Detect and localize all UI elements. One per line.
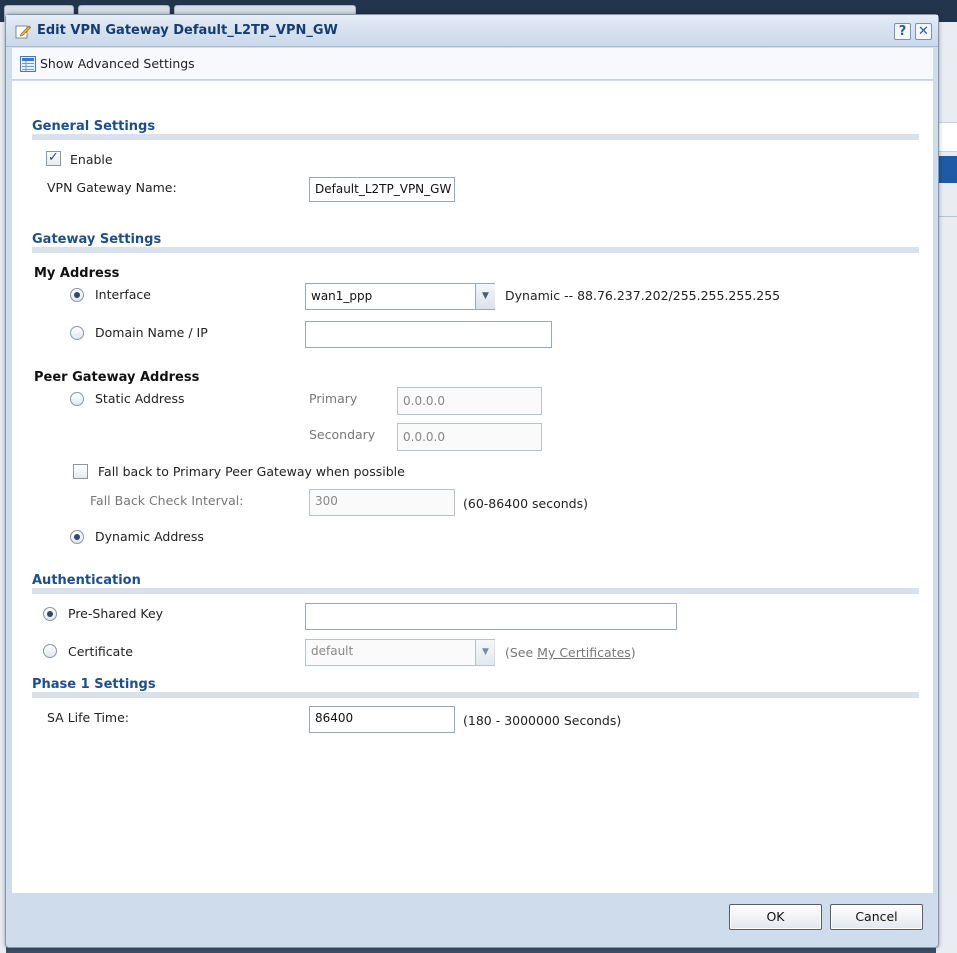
sa-life-time-hint: (180 - 3000000 Seconds) <box>463 713 622 728</box>
dialog-content: General Settings Enable VPN Gateway Name… <box>12 81 933 893</box>
static-address-label: Static Address <box>95 391 185 406</box>
enable-checkbox[interactable] <box>46 150 61 166</box>
enable-label: Enable <box>70 152 113 167</box>
phase1-settings-title: Phase 1 Settings <box>32 677 156 692</box>
certificate-select-value: default <box>311 644 354 658</box>
interface-radio[interactable] <box>70 288 84 302</box>
close-button[interactable]: ✕ <box>915 23 932 40</box>
cancel-button[interactable]: Cancel <box>830 904 923 930</box>
secondary-address-input[interactable]: 0.0.0.0 <box>397 423 542 451</box>
fallback-interval-hint: (60-86400 seconds) <box>463 496 588 511</box>
dynamic-address-label: Dynamic Address <box>95 529 204 544</box>
primary-label: Primary <box>309 391 358 406</box>
interface-select-value: wan1_ppp <box>311 289 373 303</box>
chevron-down-icon[interactable]: ▼ <box>475 284 495 309</box>
domain-name-label: Domain Name / IP <box>95 325 208 340</box>
gateway-settings-title: Gateway Settings <box>32 232 162 247</box>
authentication-title: Authentication <box>32 573 141 588</box>
chevron-down-icon[interactable]: ▼ <box>475 640 495 665</box>
dialog-title: Edit VPN Gateway Default_L2TP_VPN_GW <box>37 23 338 38</box>
background-table-header <box>936 122 957 152</box>
section-divider <box>32 247 919 253</box>
section-divider <box>32 134 919 140</box>
edit-pencil-icon <box>15 25 31 39</box>
dialog-toolbar: Show Advanced Settings <box>12 48 933 80</box>
sa-life-time-label: SA Life Time: <box>47 710 129 725</box>
advanced-settings-icon <box>20 56 36 72</box>
secondary-label: Secondary <box>309 427 376 442</box>
fallback-checkbox[interactable] <box>73 464 88 479</box>
pre-shared-key-radio[interactable] <box>43 607 57 621</box>
section-divider <box>32 588 919 594</box>
domain-name-radio[interactable] <box>70 326 84 340</box>
ok-button[interactable]: OK <box>729 904 822 930</box>
show-advanced-settings-button[interactable]: Show Advanced Settings <box>40 56 195 71</box>
primary-address-input[interactable]: 0.0.0.0 <box>397 387 542 415</box>
pre-shared-key-input[interactable] <box>305 603 677 630</box>
domain-name-input[interactable] <box>305 321 552 348</box>
certificate-radio[interactable] <box>43 644 57 658</box>
background-selected-row <box>936 156 957 183</box>
dialog-titlebar[interactable]: Edit VPN Gateway Default_L2TP_VPN_GW ? ✕ <box>6 15 938 47</box>
certificate-select[interactable]: default <box>305 639 495 666</box>
pre-shared-key-label: Pre-Shared Key <box>68 606 164 621</box>
interface-select[interactable]: wan1_ppp <box>305 283 495 310</box>
section-divider <box>32 692 919 698</box>
my-certificates-link[interactable]: My Certificates <box>537 645 631 660</box>
sa-life-time-input[interactable]: 86400 <box>309 706 455 733</box>
interface-label: Interface <box>95 287 151 302</box>
vpn-gateway-name-input[interactable]: Default_L2TP_VPN_GW <box>309 177 455 202</box>
help-button[interactable]: ? <box>894 23 911 40</box>
interface-info: Dynamic -- 88.76.237.202/255.255.255.255 <box>505 288 781 303</box>
fallback-label: Fall back to Primary Peer Gateway when p… <box>98 464 405 479</box>
dynamic-address-radio[interactable] <box>70 530 84 544</box>
fallback-interval-label: Fall Back Check Interval: <box>90 493 244 508</box>
static-address-radio[interactable] <box>70 392 84 406</box>
general-settings-title: General Settings <box>32 119 156 134</box>
background-row-divider <box>936 216 957 217</box>
certificate-hint: (See My Certificates) <box>505 645 636 660</box>
peer-gateway-address-title: Peer Gateway Address <box>34 370 200 385</box>
vpn-gateway-name-label: VPN Gateway Name: <box>47 180 177 195</box>
certificate-hint-prefix: (See <box>505 645 538 660</box>
edit-vpn-gateway-dialog: Edit VPN Gateway Default_L2TP_VPN_GW ? ✕… <box>5 14 939 948</box>
certificate-hint-suffix: ) <box>630 645 636 660</box>
certificate-label: Certificate <box>68 644 133 659</box>
dialog-footer: OK Cancel <box>12 893 933 945</box>
my-address-title: My Address <box>34 266 120 281</box>
fallback-interval-input[interactable]: 300 <box>309 489 455 516</box>
